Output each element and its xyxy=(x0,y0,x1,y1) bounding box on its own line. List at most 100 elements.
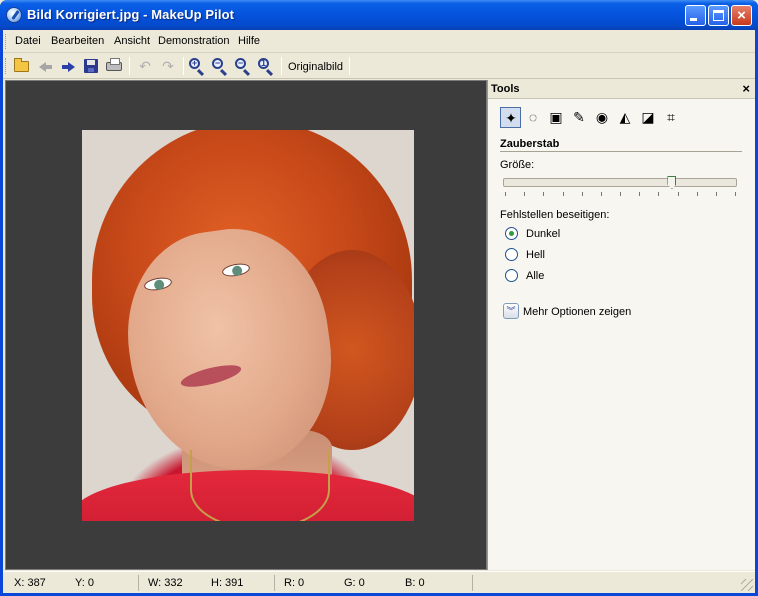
print-icon xyxy=(106,58,122,71)
slider-tick xyxy=(677,192,679,196)
makeup-pilot-icon[interactable] xyxy=(6,7,22,23)
toolbar-separator xyxy=(129,57,130,75)
resize-grip[interactable] xyxy=(741,579,753,591)
menu-bearbeiten[interactable]: Bearbeiten xyxy=(51,35,104,47)
contrast-tool[interactable]: ◪ xyxy=(638,107,659,128)
contrast-icon: ◪ xyxy=(641,109,655,125)
zoom-actual-sign: 1 xyxy=(260,58,266,68)
minimize-icon xyxy=(690,18,697,21)
radio-hell-label[interactable]: Hell xyxy=(526,249,545,261)
radio-dunkel[interactable] xyxy=(505,227,518,240)
zoom-actual-button[interactable]: 1 xyxy=(256,56,276,76)
color-tool[interactable]: ◭ xyxy=(615,107,636,128)
radio-alle[interactable] xyxy=(505,269,518,282)
color-triangle-icon: ◭ xyxy=(619,109,631,125)
zoom-in-sign: + xyxy=(191,58,198,68)
zoom-actual-icon: 1 xyxy=(258,58,269,69)
menu-bar: Datei Bearbeiten Ansicht Demonstration H… xyxy=(3,30,755,53)
portrait-tool[interactable]: ▣ xyxy=(546,107,567,128)
toolbar-separator xyxy=(281,57,282,75)
crop-tool[interactable]: ⌗ xyxy=(661,107,682,128)
slider-tick xyxy=(620,192,621,196)
close-button[interactable]: × xyxy=(731,5,752,26)
section-divider xyxy=(500,151,742,152)
crop-icon: ⌗ xyxy=(667,109,675,125)
forward-button[interactable] xyxy=(58,56,78,76)
back-button[interactable] xyxy=(36,56,56,76)
open-folder-icon xyxy=(14,58,29,72)
status-g: G: 0 xyxy=(344,577,365,589)
forward-arrow-icon xyxy=(62,62,75,72)
status-divider xyxy=(472,575,473,591)
lasso-tool[interactable]: ◌ xyxy=(523,107,544,128)
slider-tick xyxy=(600,192,602,196)
minimize-button[interactable] xyxy=(685,5,706,26)
slider-tick xyxy=(658,192,660,196)
toolbar: ↶ ↷ + − − 1 Originalbild xyxy=(3,53,755,79)
status-divider xyxy=(138,575,139,591)
app-window: Bild Korrigiert.jpg - MakeUp Pilot × Dat… xyxy=(0,0,758,596)
eye-icon: ◉ xyxy=(595,109,609,125)
save-button[interactable] xyxy=(81,56,101,76)
radio-alle-label[interactable]: Alle xyxy=(526,270,544,282)
brush-tool[interactable]: ✎ xyxy=(569,107,590,128)
lasso-icon: ◌ xyxy=(528,109,538,125)
original-image-button[interactable]: Originalbild xyxy=(288,61,343,73)
portrait-icon: ▣ xyxy=(549,109,563,125)
status-h: H: 391 xyxy=(211,577,244,589)
image-canvas[interactable] xyxy=(5,80,487,570)
tools-panel: Tools × ✦ ◌ ▣ ✎ ◉ ◭ ◪ ⌗ Zauberstab Größe… xyxy=(487,80,755,570)
slider-tick xyxy=(505,192,506,196)
zoom-in-button[interactable]: + xyxy=(187,56,207,76)
zoom-fit-button[interactable]: − xyxy=(233,56,253,76)
window-title: Bild Korrigiert.jpg - MakeUp Pilot xyxy=(27,7,235,22)
zoom-fit-icon: − xyxy=(235,58,246,69)
more-options-button[interactable]: ︾ xyxy=(503,303,519,319)
zoom-in-icon: + xyxy=(189,58,200,69)
menu-datei[interactable]: Datei xyxy=(15,35,41,47)
chevron-double-down-icon: ︾ xyxy=(506,306,516,316)
redo-icon: ↷ xyxy=(162,58,174,74)
undo-icon: ↶ xyxy=(139,58,151,74)
status-x: X: 387 xyxy=(14,577,46,589)
slider-tick xyxy=(543,192,545,196)
magic-wand-tool[interactable]: ✦ xyxy=(500,107,521,128)
undo-button[interactable]: ↶ xyxy=(135,56,155,76)
save-icon xyxy=(84,59,98,73)
maximize-button[interactable] xyxy=(708,5,729,26)
portrait-photo[interactable] xyxy=(82,130,414,521)
zoom-fit-sign: − xyxy=(237,58,244,68)
size-label: Größe: xyxy=(500,159,535,171)
slider-tick xyxy=(581,192,583,196)
title-bar[interactable]: Bild Korrigiert.jpg - MakeUp Pilot × xyxy=(0,0,758,30)
slider-tick xyxy=(524,192,526,196)
menu-demonstration[interactable]: Demonstration xyxy=(158,35,230,47)
print-button[interactable] xyxy=(104,56,124,76)
radio-hell[interactable] xyxy=(505,248,518,261)
slider-tick xyxy=(696,192,698,196)
status-bar: X: 387 Y: 0 W: 332 H: 391 R: 0 G: 0 B: 0 xyxy=(3,571,755,593)
eye-tool[interactable]: ◉ xyxy=(592,107,613,128)
tools-panel-header: Tools × xyxy=(488,80,755,99)
defects-label: Fehlstellen beseitigen: xyxy=(500,209,610,221)
status-r: R: 0 xyxy=(284,577,305,589)
slider-tick xyxy=(639,192,641,196)
radio-dunkel-label[interactable]: Dunkel xyxy=(526,228,560,240)
slider-tick xyxy=(735,192,736,196)
slider-tick xyxy=(715,192,717,196)
menu-grip-handle[interactable] xyxy=(5,34,8,49)
menu-hilfe[interactable]: Hilfe xyxy=(238,35,260,47)
section-title: Zauberstab xyxy=(500,138,560,150)
more-options-label[interactable]: Mehr Optionen zeigen xyxy=(523,306,631,318)
size-slider-track[interactable] xyxy=(503,178,737,187)
zoom-out-sign: − xyxy=(214,58,221,68)
zoom-out-icon: − xyxy=(212,58,223,69)
toolbar-grip-handle[interactable] xyxy=(5,58,8,74)
open-button[interactable] xyxy=(12,56,32,76)
panel-close-icon[interactable]: × xyxy=(742,81,750,97)
redo-button[interactable]: ↷ xyxy=(158,56,178,76)
zoom-out-button[interactable]: − xyxy=(210,56,230,76)
menu-ansicht[interactable]: Ansicht xyxy=(114,35,150,47)
size-slider-thumb[interactable] xyxy=(667,176,677,189)
status-divider xyxy=(274,575,275,591)
